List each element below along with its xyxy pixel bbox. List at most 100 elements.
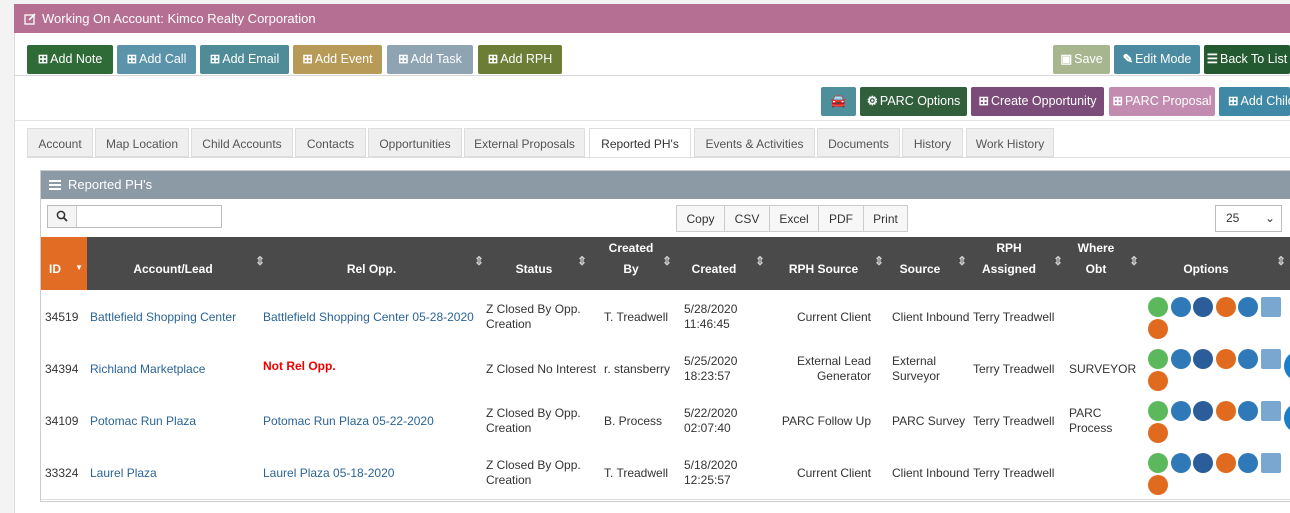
rel-opp-link[interactable]: Laurel Plaza 05-18-2020 — [263, 447, 483, 499]
email-icon[interactable] — [1170, 349, 1191, 369]
tab-contacts[interactable]: Contacts — [295, 128, 366, 157]
cell-created-by: r. stansberry — [604, 361, 671, 376]
column-header-options: Options — [1183, 262, 1229, 276]
music-icon[interactable] — [1193, 297, 1213, 317]
add-rph-button[interactable]: ⊞ Add RPH — [478, 45, 562, 74]
column-header-created[interactable]: Created ⇕ — [679, 237, 765, 290]
car-button[interactable]: 🚘 — [821, 87, 856, 116]
tag-icon[interactable] — [1148, 423, 1168, 443]
row-options — [1148, 349, 1288, 393]
csv-button[interactable]: CSV — [724, 205, 770, 232]
plus-icon: ⊞ — [209, 52, 221, 66]
rel-opp-link: Not Rel Opp. — [263, 359, 336, 373]
column-header-created-by[interactable]: Created By ⇕ — [596, 237, 672, 290]
tab-reported-phs[interactable]: Reported PH's — [589, 128, 691, 159]
add-task-button[interactable]: ⊞ Add Task — [387, 45, 473, 74]
eye-icon[interactable] — [1238, 401, 1258, 421]
view-green-icon[interactable] — [1148, 349, 1168, 369]
tag-icon[interactable] — [1148, 371, 1168, 391]
clock-icon[interactable] — [1215, 297, 1236, 317]
view-green-icon[interactable] — [1148, 297, 1168, 317]
account-link[interactable]: Potomac Run Plaza — [90, 395, 260, 447]
cell-rph-assigned: Terry Treadwell — [973, 465, 1055, 480]
rel-opp-link[interactable]: Battlefield Shopping Center 05-28-2020 — [263, 291, 483, 343]
plus-icon: ⊞ — [978, 94, 989, 108]
tab-history[interactable]: History — [902, 128, 963, 157]
table-row: 34519 Battlefield Shopping Center Battlefi… — [41, 291, 1290, 344]
account-link[interactable]: Richland Marketplace — [90, 343, 260, 395]
cell-where-obt — [1069, 291, 1147, 343]
add-image-icon[interactable] — [1260, 349, 1281, 369]
tab-child-accounts[interactable]: Child Accounts — [191, 128, 293, 157]
add-image-icon[interactable] — [1260, 401, 1281, 421]
email-icon[interactable] — [1170, 453, 1191, 473]
eye-icon[interactable] — [1238, 453, 1258, 473]
column-header-status[interactable]: Status ⇕ — [484, 237, 587, 290]
email-icon[interactable] — [1170, 401, 1191, 421]
music-icon[interactable] — [1193, 401, 1213, 421]
excel-button[interactable]: Excel — [769, 205, 819, 232]
email-icon[interactable] — [1170, 297, 1191, 317]
cell-where-obt: PARC Process — [1069, 406, 1113, 435]
create-opportunity-button[interactable]: ⊞ Create Opportunity — [971, 87, 1104, 116]
account-link[interactable]: Laurel Plaza — [90, 447, 260, 499]
rel-opp-link[interactable]: Potomac Run Plaza 05-22-2020 — [263, 395, 483, 447]
column-header-rel-opp[interactable]: Rel Opp. ⇕ — [259, 237, 484, 290]
column-header-account[interactable]: Account/Lead ⇕ — [87, 237, 265, 290]
cell-rph-assigned: Terry Treadwell — [973, 413, 1055, 428]
eye-icon[interactable] — [1238, 297, 1258, 317]
eye-icon[interactable] — [1238, 349, 1258, 369]
back-to-list-button[interactable]: ☰ Back To List — [1204, 45, 1290, 74]
view-green-icon[interactable] — [1148, 453, 1168, 473]
save-button[interactable]: ▣ Save — [1053, 45, 1110, 74]
sort-icon: ⇕ — [956, 254, 967, 268]
tab-opportunities[interactable]: Opportunities — [368, 128, 462, 157]
tab-events-activities[interactable]: Events & Activities — [694, 128, 815, 157]
tab-account[interactable]: Account — [27, 128, 93, 157]
tag-icon[interactable] — [1148, 475, 1168, 495]
add-note-button[interactable]: ⊞ Add Note — [27, 45, 113, 74]
music-icon[interactable] — [1193, 349, 1213, 369]
add-event-button[interactable]: ⊞ Add Event — [293, 45, 382, 74]
add-call-button[interactable]: ⊞ Add Call — [117, 45, 196, 74]
edit-mode-button[interactable]: ✎ Edit Mode — [1114, 45, 1200, 74]
add-image-icon[interactable] — [1260, 297, 1281, 317]
column-header-id[interactable]: ID ▼ — [41, 237, 87, 290]
column-header-rph-source[interactable]: RPH Source ⇕ — [781, 237, 884, 290]
clock-icon[interactable] — [1215, 453, 1236, 473]
sort-icon: ⇕ — [873, 254, 884, 268]
cell-created: 5/22/2020 02:07:40 — [684, 406, 738, 435]
row-options — [1148, 453, 1288, 497]
plus-icon: ⊞ — [1112, 94, 1123, 108]
add-child-button[interactable]: ⊞ Add Child — [1219, 87, 1290, 116]
tab-external-proposals[interactable]: External Proposals — [464, 128, 585, 157]
copy-button[interactable]: Copy — [676, 205, 725, 232]
column-header-where-obt[interactable]: Where Obt ⇕ — [1071, 237, 1139, 290]
tab-work-history[interactable]: Work History — [966, 128, 1054, 157]
search-input[interactable] — [78, 207, 220, 226]
parc-options-button[interactable]: ⚙ PARC Options — [860, 87, 967, 116]
cell-where-obt — [1069, 447, 1147, 499]
page-length-select[interactable]: 25 ⌄ — [1215, 205, 1282, 232]
row-options — [1148, 401, 1288, 445]
column-header-rph-assigned[interactable]: RPH Assigned ⇕ — [971, 237, 1063, 290]
sort-icon: ⇕ — [1052, 254, 1063, 268]
view-green-icon[interactable] — [1148, 401, 1168, 421]
add-email-button[interactable]: ⊞ Add Email — [200, 45, 289, 74]
account-link[interactable]: Battlefield Shopping Center — [90, 291, 260, 343]
column-header-source[interactable]: Source ⇕ — [889, 237, 967, 290]
cell-status: Z Closed No Interest — [486, 361, 597, 376]
tab-documents[interactable]: Documents — [817, 128, 900, 157]
cell-created: 5/18/2020 12:25:57 — [684, 458, 738, 487]
tag-icon[interactable] — [1148, 319, 1168, 339]
add-image-icon[interactable] — [1260, 453, 1281, 473]
cell-created-by: B. Process — [604, 413, 663, 428]
clock-icon[interactable] — [1215, 349, 1236, 369]
music-icon[interactable] — [1193, 453, 1213, 473]
parc-proposal-button[interactable]: ⊞ PARC Proposal — [1109, 87, 1215, 116]
pdf-button[interactable]: PDF — [818, 205, 864, 232]
tab-map-location[interactable]: Map Location — [95, 128, 189, 157]
clock-icon[interactable] — [1215, 401, 1236, 421]
cell-source: External Surveyor — [892, 354, 941, 383]
print-button[interactable]: Print — [863, 205, 908, 232]
